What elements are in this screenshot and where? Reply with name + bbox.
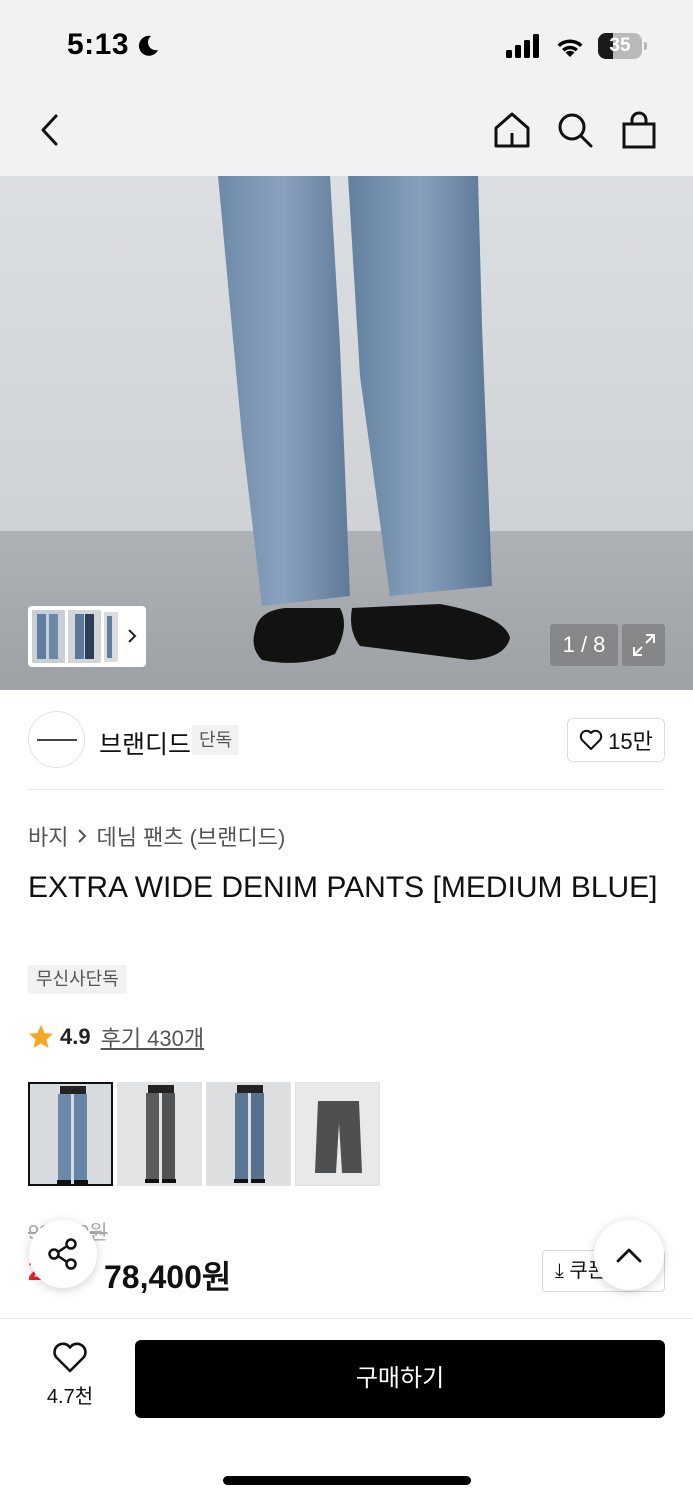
search-button[interactable] — [553, 108, 597, 152]
rating-row: 4.9 후기 430개 — [28, 1021, 204, 1053]
search-icon — [558, 113, 593, 148]
chevron-right-icon — [78, 829, 87, 843]
download-icon: ⤓ — [555, 1260, 564, 1282]
gallery-thumbnail-strip[interactable] — [28, 606, 146, 667]
thumbnail-preview — [32, 610, 137, 663]
breadcrumb-subcategory[interactable]: 데님 팬츠 (브랜디드) — [96, 820, 285, 852]
color-option-medium-blue[interactable] — [28, 1082, 113, 1186]
home-button[interactable] — [490, 108, 534, 152]
cart-icon — [622, 111, 656, 149]
breadcrumb-category[interactable]: 바지 — [28, 820, 68, 852]
product-like-count: 4.7천 — [46, 1386, 94, 1408]
app-header — [0, 90, 693, 176]
brand-like-count: 15만 — [608, 729, 653, 754]
scroll-to-top-button[interactable] — [594, 1220, 664, 1290]
share-icon — [48, 1238, 77, 1270]
expand-button[interactable] — [622, 624, 665, 666]
home-icon — [494, 112, 530, 148]
color-option-grey[interactable] — [295, 1082, 380, 1186]
expand-icon — [632, 634, 655, 656]
moon-icon — [138, 35, 158, 56]
product-like-button[interactable]: 4.7천 — [34, 1342, 106, 1409]
back-button[interactable] — [28, 108, 72, 152]
rating-value: 4.9 — [60, 1024, 91, 1049]
heart-icon — [53, 1342, 87, 1373]
heart-icon — [579, 729, 603, 750]
share-button[interactable] — [29, 1220, 97, 1288]
buy-button[interactable]: 구매하기 — [135, 1340, 665, 1418]
brand-like-button[interactable]: 15만 — [567, 718, 665, 762]
wifi-icon — [557, 39, 583, 57]
star-icon — [29, 1025, 53, 1048]
brand-logo[interactable] — [28, 711, 85, 768]
review-link[interactable]: 후기 430개 — [101, 1021, 205, 1053]
status-time: 5:13 — [67, 28, 130, 61]
signal-icon — [506, 34, 539, 58]
brand-logo-mark — [36, 738, 77, 741]
battery-level: 35 — [609, 35, 631, 56]
sale-price: 78,400원 — [104, 1259, 232, 1295]
battery-indicator: 35 — [598, 33, 648, 59]
color-option-washed-blue[interactable] — [206, 1082, 291, 1186]
back-icon — [41, 114, 58, 146]
product-title: EXTRA WIDE DENIM PANTS [MEDIUM BLUE] — [28, 871, 658, 904]
exclusive-tag: 무신사단독 — [28, 965, 127, 994]
gallery-counter: 1 / 8 — [550, 624, 618, 666]
color-option-black[interactable] — [117, 1082, 202, 1186]
breadcrumb: 바지 데님 팬츠 (브랜디드) — [28, 820, 285, 852]
product-image[interactable]: 1 / 8 — [0, 176, 693, 690]
status-bar: 5:13 35 — [0, 0, 693, 90]
brand-name[interactable]: 브랜디드 — [99, 725, 191, 761]
divider — [28, 789, 665, 790]
cart-button[interactable] — [617, 108, 661, 152]
brand-exclusive-tag: 단독 — [192, 725, 240, 755]
home-indicator[interactable] — [223, 1476, 471, 1485]
chevron-up-icon — [616, 1248, 642, 1263]
color-options — [28, 1082, 380, 1186]
